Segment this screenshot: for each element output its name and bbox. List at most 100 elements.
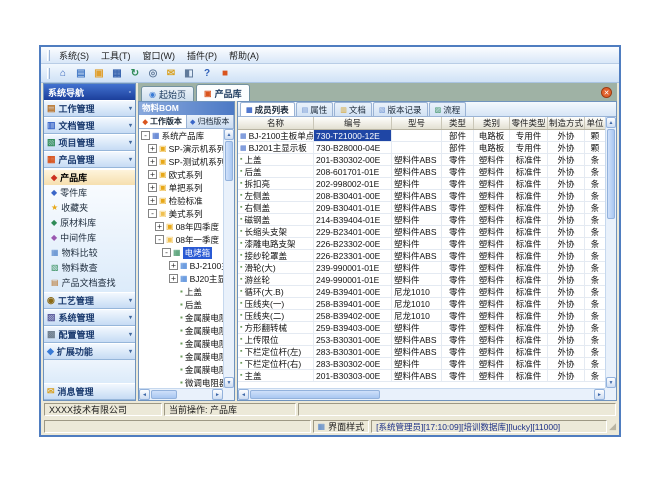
tree-node[interactable]: +▣欧式系列	[139, 168, 223, 181]
refresh-icon[interactable]: ↻	[127, 66, 143, 81]
table-row[interactable]: ▪右侧盖209-B30401-01E塑料件ABS零件塑料件标准件外协条	[238, 202, 605, 214]
help-icon[interactable]: ?	[199, 66, 215, 81]
expand-icon[interactable]: +	[148, 170, 157, 179]
column-header[interactable]: 名称	[238, 117, 314, 129]
sidebar-item[interactable]: ▤产品文档查找	[44, 275, 135, 290]
tree-node[interactable]: ▪微调电阻器	[139, 376, 223, 388]
column-header[interactable]: 类型	[442, 117, 474, 129]
sidebar-item[interactable]: ★收藏夹	[44, 200, 135, 215]
tree-node[interactable]: -▦系统产品库	[139, 129, 223, 142]
pin-icon[interactable]: ▫	[129, 89, 131, 96]
tree-node[interactable]: -▦电烤箱	[139, 246, 223, 259]
tab-version-history[interactable]: ▧版本记录	[373, 102, 428, 116]
expand-icon[interactable]: +	[148, 144, 157, 153]
tab-start-page[interactable]: ◉起始页	[141, 86, 194, 101]
search-icon[interactable]: ◎	[145, 66, 161, 81]
menu-item[interactable]: 插件(P)	[181, 48, 223, 63]
column-header[interactable]: 型号	[392, 117, 442, 129]
menu-item[interactable]: 工具(T)	[95, 48, 137, 63]
tree-node[interactable]: +▣检验标准	[139, 194, 223, 207]
sidebar-item[interactable]: ◆原材料库	[44, 215, 135, 230]
nav-group[interactable]: ▧项目管理▾	[44, 134, 135, 151]
tree-node[interactable]: ▪金属膜电阻器	[139, 324, 223, 337]
table-row[interactable]: ▪方形翻转械259-B39403-00E塑料件零件塑料件标准件外协条	[238, 322, 605, 334]
nav-group[interactable]: ▥文档管理▾	[44, 117, 135, 134]
expand-icon[interactable]: +	[148, 157, 157, 166]
table-row[interactable]: ▪接纱轮罩盖226-B23301-00E塑料件ABS零件塑料件标准件外协条	[238, 250, 605, 262]
tab-archived-version[interactable]: ◆归档版本	[187, 115, 235, 128]
table-row[interactable]: ▦BJ-2100主板单点730-T21000-12E部件电路板专用件外协颗	[238, 130, 605, 142]
column-header[interactable]: 类别	[474, 117, 510, 129]
open-folder-icon[interactable]: ▣	[91, 66, 107, 81]
nav-group[interactable]: ▤工作管理▾	[44, 100, 135, 117]
tree-node[interactable]: ▪金属膜电阻器	[139, 311, 223, 324]
message-bar[interactable]: ✉消息管理	[44, 383, 135, 400]
table-row[interactable]: ▪下栏定位杆(右)283-B30302-00E塑料件零件塑料件标准件外协条	[238, 358, 605, 370]
nav-group[interactable]: ▩配置管理▾	[44, 326, 135, 343]
scroll-track[interactable]	[224, 182, 234, 377]
table-row[interactable]: ▪上传限位253-B30301-00E塑料件ABS零件塑料件标准件外协条	[238, 334, 605, 346]
column-header[interactable]: 编号	[314, 117, 392, 129]
tree-node[interactable]: +▣单把系列	[139, 181, 223, 194]
save-icon[interactable]: ▦	[109, 66, 125, 81]
tab-properties[interactable]: ▤属性	[296, 102, 334, 116]
sidebar-item[interactable]: ◆产品库	[44, 170, 135, 185]
scroll-track[interactable]	[606, 220, 616, 377]
scroll-right-icon[interactable]: ►	[594, 389, 605, 400]
tree-node[interactable]: ▪金属膜电阻器	[139, 337, 223, 350]
table-row[interactable]: ▪游丝轮249-990001-01E塑料件零件塑料件标准件外协条	[238, 274, 605, 286]
scroll-thumb[interactable]	[151, 390, 177, 399]
expand-icon[interactable]: +	[148, 183, 157, 192]
table-row[interactable]: ▪滑轮(大)239-990001-01E塑料件零件塑料件标准件外协条	[238, 262, 605, 274]
menu-item[interactable]: 系统(S)	[53, 48, 95, 63]
tab-documents[interactable]: ▥文档	[334, 102, 372, 116]
column-header[interactable]: 单位	[585, 117, 606, 129]
collapse-icon[interactable]: -	[148, 209, 157, 218]
tab-member-list[interactable]: ▦成员列表	[240, 102, 295, 116]
new-doc-icon[interactable]: ▤	[73, 66, 89, 81]
expand-icon[interactable]: +	[148, 196, 157, 205]
expand-icon[interactable]: +	[169, 274, 178, 283]
scroll-left-icon[interactable]: ◄	[238, 389, 249, 400]
home-icon[interactable]: ⌂	[55, 66, 71, 81]
table-row[interactable]: ▪主盖201-B30303-00E塑料件ABS零件塑料件标准件外协条	[238, 370, 605, 382]
scroll-thumb[interactable]	[607, 129, 615, 219]
tab-working-version[interactable]: ◆工作版本	[139, 115, 187, 128]
tree-node[interactable]: +▣08年四季度	[139, 220, 223, 233]
tab-workflow[interactable]: ▨流程	[429, 102, 467, 116]
table-row[interactable]: ▪循环(大.B)249-B39401-00E尼龙1010零件塑料件标准件外协条	[238, 286, 605, 298]
scroll-thumb[interactable]	[225, 141, 233, 181]
drag-handle[interactable]	[47, 50, 50, 61]
sidebar-item[interactable]: ◆中间件库	[44, 230, 135, 245]
tree-node[interactable]: -▣美式系列	[139, 207, 223, 220]
tree-node[interactable]: +▣SP-测试机系列	[139, 155, 223, 168]
table-row[interactable]: ▪上盖201-B30302-00E塑料件ABS零件塑料件标准件外协条	[238, 154, 605, 166]
exit-icon[interactable]: ■	[217, 66, 233, 81]
nav-group[interactable]: ◉工艺管理▾	[44, 292, 135, 309]
settings-icon[interactable]: ◧	[181, 66, 197, 81]
tree-node[interactable]: +▦BJ20主显示板	[139, 272, 223, 285]
close-tab-icon[interactable]: ✕	[601, 87, 612, 98]
nav-group[interactable]: ▨系统管理▾	[44, 309, 135, 326]
message-icon[interactable]: ✉	[163, 66, 179, 81]
scroll-down-icon[interactable]: ▼	[606, 377, 616, 388]
tree-node[interactable]: +▣SP-演示机系列	[139, 142, 223, 155]
nav-group[interactable]: ◆扩展功能▾	[44, 343, 135, 360]
table-vertical-scrollbar[interactable]: ▲ ▼	[605, 117, 616, 388]
tree-vertical-scrollbar[interactable]: ▲ ▼	[223, 129, 234, 388]
table-row[interactable]: ▪长缩头支架229-B23401-00E塑料件ABS零件塑料件标准件外协条	[238, 226, 605, 238]
expand-icon[interactable]: +	[169, 261, 178, 270]
resize-grip[interactable]: ◢	[609, 420, 616, 433]
tree-node[interactable]: ▪后盖	[139, 298, 223, 311]
sidebar-item[interactable]: ▧物料数查	[44, 260, 135, 275]
collapse-icon[interactable]: -	[141, 131, 150, 140]
sidebar-item[interactable]: ▦物料比较	[44, 245, 135, 260]
scroll-down-icon[interactable]: ▼	[224, 377, 234, 388]
collapse-icon[interactable]: -	[155, 235, 164, 244]
collapse-icon[interactable]: -	[162, 248, 171, 257]
scroll-thumb[interactable]	[250, 390, 380, 399]
drag-handle[interactable]	[47, 68, 50, 79]
tree-node[interactable]: -▣08年一季度	[139, 233, 223, 246]
tree-node[interactable]: ▪金属膜电阻器	[139, 363, 223, 376]
tab-product-lib[interactable]: ▣产品库	[196, 84, 250, 101]
